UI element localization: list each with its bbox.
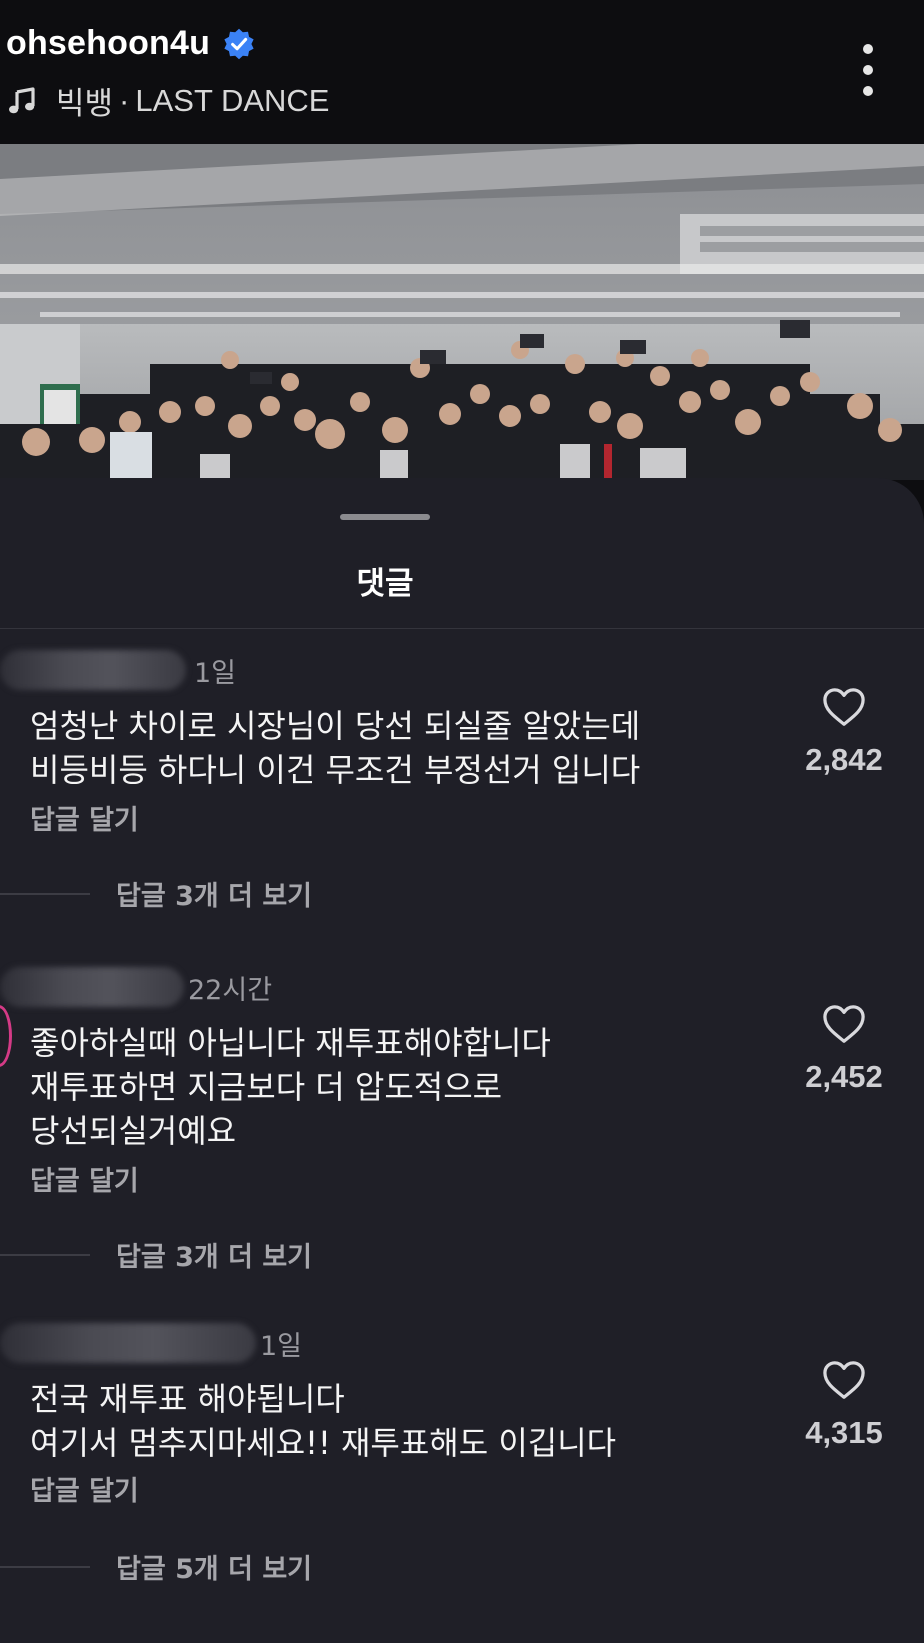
replies-line: [0, 1565, 90, 1568]
blurred-username[interactable]: [0, 967, 184, 1007]
comment-time: 22시간: [188, 974, 273, 1006]
comment-text: 엄청난 차이로 시장님이 당선 되실줄 알았는데 비등비등 하다니 이건 무조건…: [30, 704, 730, 792]
like-count: 4,315: [805, 1415, 883, 1450]
comments-sheet: 댓글 1일 엄청난 차이로 시장님이 당선 되실줄 알았는데 비등비등 하다니 …: [0, 478, 924, 1643]
view-more-replies-label[interactable]: 답글 3개 더 보기: [116, 874, 312, 913]
music-artist: 빅뱅: [56, 86, 114, 121]
music-separator: ·: [119, 82, 130, 118]
crowd-photo-illustration: [0, 144, 924, 480]
post-photo[interactable]: [0, 144, 924, 480]
view-more-replies-label[interactable]: 답글 3개 더 보기: [116, 1235, 312, 1274]
replies-line: [0, 892, 90, 895]
comment-line: 전국 재투표 해야됩니다: [30, 1380, 345, 1418]
replies-line: [0, 1253, 90, 1256]
divider: [0, 628, 924, 629]
comment-item: 1일 엄청난 차이로 시장님이 당선 되실줄 알았는데 비등비등 하다니 이건 …: [0, 648, 924, 938]
comment-line: 여기서 멈추지마세요!! 재투표해도 이깁니다: [30, 1424, 617, 1462]
comment-text: 전국 재투표 해야됩니다 여기서 멈추지마세요!! 재투표해도 이깁니다: [30, 1377, 730, 1465]
comment-item: 1일 전국 재투표 해야됩니다 여기서 멈추지마세요!! 재투표해도 이깁니다 …: [0, 1321, 924, 1621]
like-count: 2,842: [805, 742, 883, 777]
music-note-icon: [9, 86, 35, 113]
view-more-replies[interactable]: 답글 5개 더 보기: [0, 1547, 312, 1586]
like-button[interactable]: 4,315: [784, 1359, 904, 1451]
drag-handle[interactable]: [340, 514, 430, 520]
comment-meta: 1일: [0, 1321, 302, 1365]
blurred-username[interactable]: [0, 650, 186, 690]
heart-icon: [823, 1005, 865, 1043]
heart-icon: [823, 688, 865, 726]
music-info[interactable]: 빅뱅 · LAST DANCE: [8, 78, 329, 123]
comment-item: 22시간 좋아하실때 아닙니다 재투표해야합니다 재투표하면 지금보다 더 압도…: [0, 965, 924, 1285]
reply-button[interactable]: 답글 달기: [30, 1469, 139, 1508]
post-header: ohsehoon4u 빅뱅 · LAST DANCE: [0, 0, 924, 144]
like-count: 2,452: [805, 1059, 883, 1094]
view-more-replies-label[interactable]: 답글 5개 더 보기: [116, 1547, 312, 1586]
view-more-replies[interactable]: 답글 3개 더 보기: [0, 1235, 312, 1274]
comment-line: 좋아하실때 아닙니다 재투표해야합니다: [30, 1024, 551, 1062]
blurred-username[interactable]: [0, 1323, 256, 1363]
comment-time: 1일: [194, 657, 237, 689]
more-vertical-icon[interactable]: [858, 44, 878, 96]
verified-badge-icon: [224, 28, 254, 59]
username[interactable]: ohsehoon4u: [6, 24, 210, 63]
comment-line: 엄청난 차이로 시장님이 당선 되실줄 알았는데: [30, 707, 641, 745]
heart-icon: [823, 1361, 865, 1399]
story-ring[interactable]: [0, 1005, 12, 1067]
sheet-title: 댓글: [356, 566, 414, 602]
reply-button[interactable]: 답글 달기: [30, 1159, 139, 1198]
comment-line: 비등비등 하다니 이건 무조건 부정선거 입니다: [30, 751, 641, 789]
comment-meta: 1일: [0, 648, 236, 692]
username-row[interactable]: ohsehoon4u: [6, 24, 256, 63]
like-button[interactable]: 2,452: [784, 1003, 904, 1095]
view-more-replies[interactable]: 답글 3개 더 보기: [0, 874, 312, 913]
comment-time: 1일: [260, 1330, 303, 1362]
comment-meta: 22시간: [0, 965, 272, 1009]
comment-line: 재투표하면 지금보다 더 압도적으로: [30, 1068, 503, 1106]
reply-button[interactable]: 답글 달기: [30, 798, 139, 837]
comment-text: 좋아하실때 아닙니다 재투표해야합니다 재투표하면 지금보다 더 압도적으로 당…: [30, 1021, 730, 1153]
like-button[interactable]: 2,842: [784, 686, 904, 778]
comment-line: 당선되실거예요: [30, 1112, 237, 1150]
music-title: LAST DANCE: [135, 82, 330, 118]
